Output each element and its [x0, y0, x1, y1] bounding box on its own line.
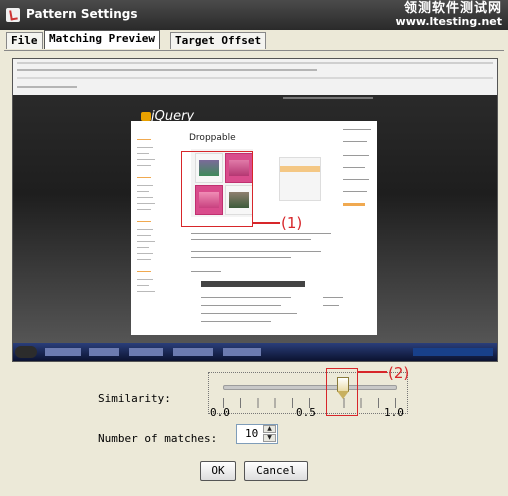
sidebar-line — [137, 185, 153, 186]
sidebar-line — [137, 209, 151, 210]
taskbar-item — [129, 348, 163, 356]
sidebar-line — [137, 279, 153, 280]
system-tray — [413, 348, 493, 356]
body-text-line — [201, 297, 291, 298]
sidebar-line — [137, 203, 155, 204]
browser-tab-row — [17, 62, 493, 64]
sidebar-line — [137, 259, 151, 260]
sidebar-line — [137, 285, 149, 286]
matches-label: Number of matches: — [98, 432, 218, 445]
sidebar-line — [137, 191, 149, 192]
browser-bookmarks-row — [17, 86, 77, 88]
similarity-label: Similarity: — [98, 392, 171, 405]
sidebar-line — [137, 177, 151, 178]
body-text-line — [323, 297, 343, 298]
taskbar-item — [89, 348, 119, 356]
taskbar — [13, 343, 497, 361]
pattern-settings-dialog: Pattern Settings 领测软件测试网 www.ltesting.ne… — [0, 0, 508, 496]
body-text-line — [201, 305, 281, 306]
tab-divider — [4, 50, 504, 51]
right-sidebar-line — [343, 191, 367, 192]
body-text-line — [191, 239, 311, 240]
right-sidebar-line — [343, 167, 365, 168]
taskbar-item — [223, 348, 261, 356]
sidebar-line — [137, 197, 153, 198]
right-sidebar-button — [343, 203, 365, 206]
slider-tick-label: 0.5 — [296, 406, 316, 419]
slider-tick-label: 0.0 — [210, 406, 230, 419]
sidebar-line — [137, 271, 151, 272]
taskbar-item — [45, 348, 81, 356]
watermark-line-1: 领测软件测试网 — [403, 1, 502, 16]
browser-address-row — [17, 77, 493, 79]
body-text-line — [191, 251, 321, 252]
annotation-label-2: (2) — [388, 364, 410, 382]
right-sidebar-line — [343, 155, 369, 156]
start-button — [15, 346, 37, 358]
sidebar-line — [137, 139, 151, 140]
tab-file[interactable]: File — [6, 32, 43, 49]
annotation-box-1 — [181, 151, 253, 227]
page-heading: Droppable — [189, 133, 236, 143]
sidebar-line — [137, 221, 151, 222]
body-text-line — [323, 305, 339, 306]
matches-value[interactable]: 10 — [245, 427, 258, 440]
watermark-line-2: www.ltesting.net — [395, 15, 502, 28]
body-text-line — [191, 233, 331, 234]
slider-tick-label: 1.0 — [384, 406, 404, 419]
browser-toolbar — [13, 59, 497, 95]
annotation-label-1: (1) — [281, 214, 303, 232]
browser-menu-row — [17, 69, 317, 71]
jquery-logo-icon — [141, 112, 151, 121]
matches-spinner[interactable]: 10 ▲ ▼ — [236, 424, 278, 444]
annotation-line-1 — [252, 222, 280, 224]
sidebar-line — [137, 153, 149, 154]
sidebar-line — [137, 247, 149, 248]
right-sidebar-line — [343, 129, 371, 130]
tab-matching-preview[interactable]: Matching Preview — [44, 30, 160, 49]
ok-button[interactable]: OK — [200, 461, 236, 481]
sidebar-line — [137, 253, 153, 254]
annotation-box-2 — [326, 368, 358, 416]
title-bar[interactable]: Pattern Settings 领测软件测试网 www.ltesting.ne… — [0, 0, 508, 30]
right-sidebar-line — [343, 141, 367, 142]
body-text-line — [201, 313, 297, 314]
demo-tabs — [201, 281, 305, 287]
sidebar-line — [137, 241, 155, 242]
taskbar-item — [173, 348, 213, 356]
annotation-line-2 — [357, 371, 387, 373]
java-app-icon — [6, 8, 20, 22]
sidebar-line — [137, 235, 151, 236]
sidebar-line — [137, 147, 153, 148]
tab-target-offset[interactable]: Target Offset — [170, 32, 267, 49]
slider-track[interactable] — [223, 385, 397, 390]
sidebar-line — [137, 159, 155, 160]
watermark: 领测软件测试网 www.ltesting.net — [396, 2, 502, 28]
sidebar-line — [137, 229, 153, 230]
window-title: Pattern Settings — [26, 7, 138, 21]
page-nav-bar — [283, 97, 373, 99]
matching-preview-image: jQuery Droppable — [12, 58, 498, 362]
body-text-line — [191, 257, 291, 258]
cancel-button[interactable]: Cancel — [244, 461, 308, 481]
spinner-up-icon[interactable]: ▲ — [263, 425, 276, 433]
right-sidebar-line — [343, 179, 369, 180]
sidebar-line — [137, 165, 151, 166]
spinner-down-icon[interactable]: ▼ — [263, 434, 276, 442]
trash-panel — [279, 157, 321, 201]
body-text-line — [191, 271, 221, 272]
body-text-line — [201, 321, 271, 322]
sidebar-line — [137, 291, 155, 292]
page-content: Droppable — [131, 121, 377, 335]
